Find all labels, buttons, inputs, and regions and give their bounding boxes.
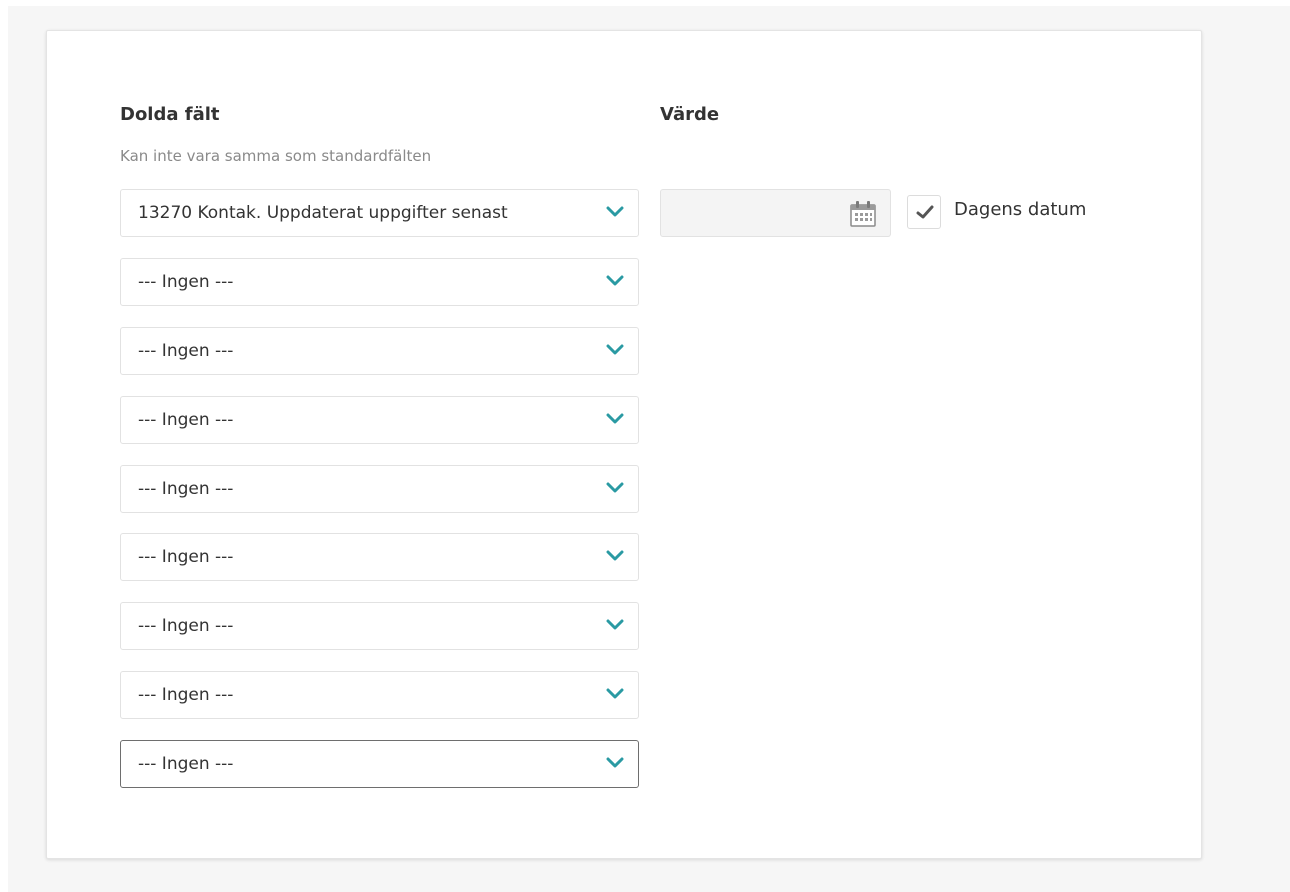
hidden-field-select-5[interactable]: --- Ingen --- xyxy=(120,465,639,513)
value-heading: Värde xyxy=(660,104,720,125)
today-date-checkbox[interactable] xyxy=(907,195,941,229)
date-value-input[interactable] xyxy=(660,189,891,237)
chevron-down-icon xyxy=(606,550,624,561)
select-value: --- Ingen --- xyxy=(138,272,234,292)
helper-text: Kan inte vara samma som standardfälten xyxy=(120,147,432,165)
select-value: --- Ingen --- xyxy=(138,479,234,499)
hidden-field-select-1[interactable]: 13270 Kontak. Uppdaterat uppgifter senas… xyxy=(120,189,639,237)
chevron-down-icon xyxy=(606,757,624,768)
hidden-field-select-8[interactable]: --- Ingen --- xyxy=(120,671,639,719)
select-value: --- Ingen --- xyxy=(138,616,234,636)
chevron-down-icon xyxy=(606,482,624,493)
checkmark-icon xyxy=(916,205,934,219)
calendar-icon[interactable] xyxy=(848,199,878,229)
hidden-field-select-4[interactable]: --- Ingen --- xyxy=(120,396,639,444)
select-value: 13270 Kontak. Uppdaterat uppgifter senas… xyxy=(138,203,508,223)
hidden-field-select-9[interactable]: --- Ingen --- xyxy=(120,740,639,788)
chevron-down-icon xyxy=(606,206,624,217)
hidden-field-select-3[interactable]: --- Ingen --- xyxy=(120,327,639,375)
hidden-fields-heading: Dolda fält xyxy=(120,104,220,125)
select-value: --- Ingen --- xyxy=(138,685,234,705)
hidden-field-select-6[interactable]: --- Ingen --- xyxy=(120,533,639,581)
chevron-down-icon xyxy=(606,688,624,699)
hidden-field-select-7[interactable]: --- Ingen --- xyxy=(120,602,639,650)
hidden-field-select-2[interactable]: --- Ingen --- xyxy=(120,258,639,306)
chevron-down-icon xyxy=(606,619,624,630)
select-value: --- Ingen --- xyxy=(138,754,234,774)
select-value: --- Ingen --- xyxy=(138,341,234,361)
chevron-down-icon xyxy=(606,344,624,355)
today-date-label[interactable]: Dagens datum xyxy=(954,198,1086,222)
select-value: --- Ingen --- xyxy=(138,547,234,567)
chevron-down-icon xyxy=(606,413,624,424)
select-value: --- Ingen --- xyxy=(138,410,234,430)
chevron-down-icon xyxy=(606,275,624,286)
